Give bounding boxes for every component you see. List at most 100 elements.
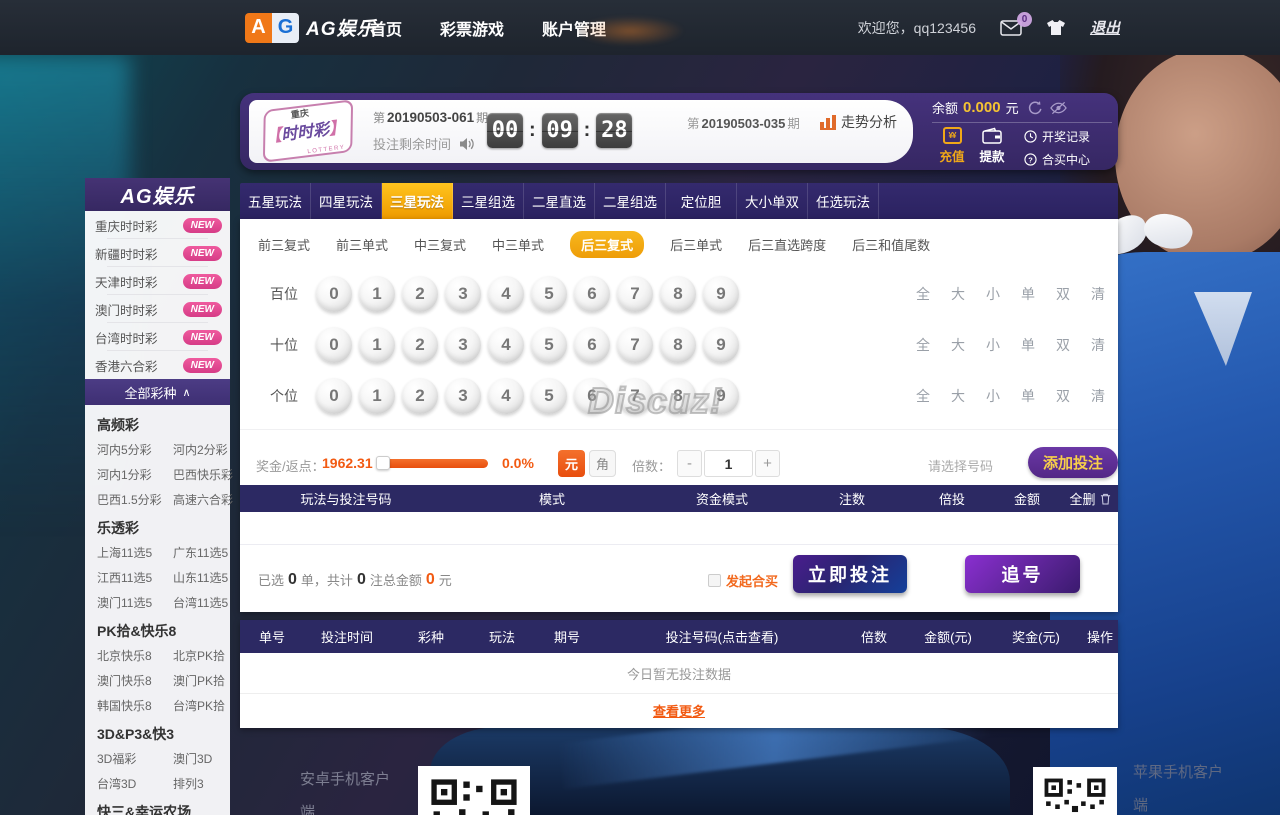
sidebar-link[interactable]: 高速六合彩 [173,491,233,508]
subtab-front3-multi[interactable]: 前三复式 [258,235,310,254]
subtab-mid3-multi[interactable]: 中三复式 [414,235,466,254]
tab-2star-group[interactable]: 二星组选 [595,183,666,219]
ball-8[interactable]: 8 [660,378,696,414]
tab-5star[interactable]: 五星玩法 [240,183,311,219]
eye-off-icon[interactable] [1050,101,1067,115]
tab-3star-group[interactable]: 三星组选 [453,183,524,219]
refresh-icon[interactable] [1028,100,1043,115]
group-buy-toggle[interactable]: 发起合买 [708,571,778,590]
ball-1[interactable]: 1 [359,327,395,363]
ball-7[interactable]: 7 [617,378,653,414]
sidebar-link[interactable]: 北京快乐8 [97,647,161,664]
ball-5[interactable]: 5 [531,327,567,363]
tab-4star[interactable]: 四星玩法 [311,183,382,219]
ball-5[interactable]: 5 [531,378,567,414]
filter-clear[interactable]: 清 [1091,284,1105,304]
ball-9[interactable]: 9 [703,327,739,363]
ball-5[interactable]: 5 [531,276,567,312]
ball-7[interactable]: 7 [617,276,653,312]
ball-4[interactable]: 4 [488,378,524,414]
filter-clear[interactable]: 清 [1091,386,1105,406]
sidebar-link[interactable]: 巴西1.5分彩 [97,491,161,508]
tab-3star[interactable]: 三星玩法 [382,183,453,219]
multiplier-minus-button[interactable]: - [677,450,702,477]
sidebar-link[interactable]: 巴西快乐彩 [173,466,233,483]
filter-small[interactable]: 小 [986,386,1000,406]
sidebar-link[interactable]: 台湾11选5 [173,594,228,611]
ball-8[interactable]: 8 [660,276,696,312]
sidebar-item-tjssc[interactable]: 天津时时彩 NEW [85,267,230,295]
filter-big[interactable]: 大 [951,284,965,304]
filter-all[interactable]: 全 [916,335,930,355]
subtab-back3-sumtail[interactable]: 后三和值尾数 [852,235,930,254]
tab-2star-direct[interactable]: 二星直选 [524,183,595,219]
filter-even[interactable]: 双 [1056,284,1070,304]
sidebar-item-xjssc[interactable]: 新疆时时彩 NEW [85,239,230,267]
subtab-back3-single[interactable]: 后三单式 [670,235,722,254]
shirt-icon[interactable] [1046,19,1066,36]
nav-home[interactable]: 首页 [370,16,402,40]
filter-odd[interactable]: 单 [1021,386,1035,406]
site-logo[interactable]: A G AG娱乐 [245,13,377,43]
unit-jiao-button[interactable]: 角 [589,450,616,477]
speaker-icon[interactable] [459,137,475,151]
filter-even[interactable]: 双 [1056,386,1070,406]
ball-1[interactable]: 1 [359,378,395,414]
sidebar-link[interactable]: 澳门3D [173,750,218,767]
chase-number-button[interactable]: 追号 [965,555,1080,593]
bet-now-button[interactable]: 立即投注 [793,555,907,593]
sidebar-link[interactable]: 河内5分彩 [97,441,161,458]
coop-center-link[interactable]: ? 合买中心 [1024,151,1090,168]
ball-3[interactable]: 3 [445,327,481,363]
sidebar-link[interactable]: 3D福彩 [97,750,161,767]
group-buy-checkbox[interactable] [708,574,721,587]
ball-0[interactable]: 0 [316,276,352,312]
sidebar-link[interactable]: 韩国快乐8 [97,697,161,714]
filter-even[interactable]: 双 [1056,335,1070,355]
rebate-slider[interactable] [380,459,488,468]
multiplier-value[interactable]: 1 [704,450,753,477]
filter-all[interactable]: 全 [916,284,930,304]
ball-2[interactable]: 2 [402,378,438,414]
nav-lottery-games[interactable]: 彩票游戏 [440,16,504,40]
tab-position[interactable]: 定位胆 [666,183,737,219]
sidebar-link[interactable]: 澳门11选5 [97,594,161,611]
filter-odd[interactable]: 单 [1021,284,1035,304]
filter-big[interactable]: 大 [951,335,965,355]
subtab-mid3-single[interactable]: 中三单式 [492,235,544,254]
filter-small[interactable]: 小 [986,335,1000,355]
filter-clear[interactable]: 清 [1091,335,1105,355]
ball-3[interactable]: 3 [445,276,481,312]
ball-6[interactable]: 6 [574,378,610,414]
sidebar-item-hklhc[interactable]: 香港六合彩 NEW [85,351,230,379]
sidebar-link[interactable]: 江西11选5 [97,569,161,586]
ball-4[interactable]: 4 [488,276,524,312]
slider-handle[interactable] [376,456,390,470]
ball-9[interactable]: 9 [703,276,739,312]
subtab-back3-multi[interactable]: 后三复式 [570,231,644,258]
multiplier-plus-button[interactable]: + [755,450,780,477]
sidebar-link[interactable]: 河内1分彩 [97,466,161,483]
tab-bigsmall[interactable]: 大小单双 [737,183,808,219]
filter-big[interactable]: 大 [951,386,965,406]
trend-analysis-link[interactable]: 走势分析 [820,112,897,132]
withdraw-button[interactable]: 提款 [972,127,1012,165]
sidebar-link[interactable]: 台湾PK拾 [173,697,225,714]
ball-1[interactable]: 1 [359,276,395,312]
sidebar-link[interactable]: 台湾3D [97,775,161,792]
delete-all-button[interactable]: 全删 [1062,489,1118,508]
sidebar-link[interactable]: 广东11选5 [173,544,228,561]
tab-optional[interactable]: 任选玩法 [808,183,879,219]
unit-yuan-button[interactable]: 元 [558,450,585,477]
sidebar-link[interactable]: 河内2分彩 [173,441,233,458]
subtab-front3-single[interactable]: 前三单式 [336,235,388,254]
ball-2[interactable]: 2 [402,276,438,312]
ball-7[interactable]: 7 [617,327,653,363]
ball-6[interactable]: 6 [574,327,610,363]
draw-records-link[interactable]: 开奖记录 [1024,128,1090,145]
sidebar-link[interactable]: 上海11选5 [97,544,161,561]
filter-all[interactable]: 全 [916,386,930,406]
filter-odd[interactable]: 单 [1021,335,1035,355]
sidebar-item-twssc[interactable]: 台湾时时彩 NEW [85,323,230,351]
ball-9[interactable]: 9 [703,378,739,414]
